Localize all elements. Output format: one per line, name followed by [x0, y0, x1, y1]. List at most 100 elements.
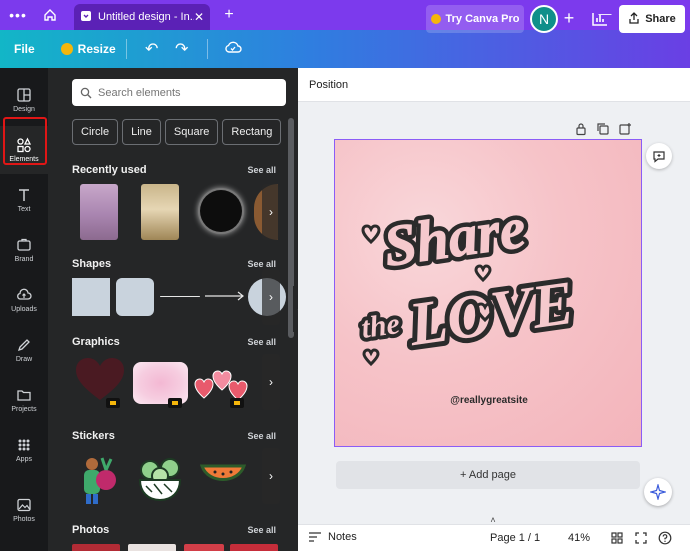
editor-toolbar: File Resize ↶ ↷ — [0, 30, 690, 68]
rail-item-apps[interactable]: Apps — [0, 426, 48, 474]
add-collaborator-button[interactable]: + — [560, 9, 578, 27]
home-icon[interactable] — [36, 8, 64, 22]
add-page-icon[interactable] — [618, 122, 632, 136]
insights-chart-icon[interactable] — [588, 9, 612, 29]
photos-icon — [17, 498, 31, 512]
see-all-link[interactable]: See all — [247, 337, 276, 347]
shape-square[interactable] — [72, 278, 110, 316]
search-box[interactable] — [72, 79, 286, 106]
elements-panel: CircleLineSquareRectang Recently used Se… — [48, 68, 298, 551]
cloud-sync-icon[interactable] — [218, 40, 248, 59]
recent-thumb-portrait[interactable] — [141, 184, 179, 240]
rail-label-draw: Draw — [15, 356, 33, 363]
notes-label: Notes — [328, 531, 357, 543]
help-icon[interactable] — [658, 531, 672, 545]
page-actions — [574, 122, 632, 136]
graphic-dark-heart[interactable] — [74, 356, 126, 402]
undo-icon[interactable]: ↶ — [137, 39, 167, 59]
graphics-next-arrow[interactable]: › — [262, 354, 280, 410]
recent-thumb-balloons[interactable] — [80, 184, 118, 240]
text-icon — [19, 189, 29, 201]
artwork-word-share-fill: Share — [380, 195, 529, 279]
try-canva-pro-button[interactable]: Try Canva Pro — [426, 5, 524, 33]
share-button[interactable]: Share — [619, 5, 685, 33]
shape-rounded-square[interactable] — [116, 278, 154, 316]
rail-label-uploads: Uploads — [11, 306, 37, 313]
user-avatar[interactable]: N — [530, 5, 558, 33]
context-toolbar: Position — [298, 68, 690, 102]
chip-rectangle[interactable]: Rectang — [222, 119, 282, 145]
sparkle-icon — [650, 484, 666, 500]
add-comment-button[interactable] — [646, 143, 672, 169]
duplicate-page-icon[interactable] — [596, 122, 610, 136]
rail-item-photos[interactable]: Photos — [0, 486, 48, 534]
projects-icon — [17, 390, 31, 401]
zoom-level[interactable]: 41% — [568, 532, 590, 544]
chip-circle[interactable]: Circle — [72, 119, 119, 145]
shape-line[interactable] — [160, 296, 200, 297]
see-all-link[interactable]: See all — [247, 525, 276, 535]
sticker-salad-bowl[interactable] — [136, 456, 184, 502]
position-button[interactable]: Position — [309, 79, 348, 91]
show-pages-chevron-icon[interactable]: ˄ — [486, 515, 500, 525]
file-menu[interactable]: File — [14, 42, 35, 56]
crown-icon — [60, 43, 73, 55]
canva-favicon-icon — [80, 10, 92, 25]
chip-square[interactable]: Square — [164, 119, 219, 145]
see-all-link[interactable]: See all — [247, 165, 276, 175]
shapes-next-arrow[interactable]: › — [262, 269, 280, 325]
section-title: Stickers — [72, 430, 115, 442]
section-header-graphics: Graphics See all — [72, 336, 276, 348]
resize-label: Resize — [77, 42, 116, 56]
hearts-graphic — [194, 370, 248, 401]
tab-close-icon[interactable]: ✕ — [194, 10, 204, 24]
search-input[interactable] — [98, 86, 278, 99]
notes-button[interactable]: Notes — [308, 531, 357, 543]
add-page-button[interactable]: + Add page — [336, 461, 640, 489]
resize-button[interactable]: Resize — [60, 42, 116, 56]
browser-tab-active[interactable]: Untitled design - In... ✕ — [74, 4, 210, 30]
rail-label-text: Text — [17, 206, 31, 213]
section-header-shapes: Shapes See all — [72, 258, 276, 270]
rail-item-projects[interactable]: Projects — [0, 376, 48, 424]
chip-line[interactable]: Line — [122, 119, 161, 145]
see-all-link[interactable]: See all — [247, 259, 276, 269]
new-tab-button[interactable]: + — [214, 6, 244, 24]
notes-icon — [309, 532, 321, 542]
rail-item-draw[interactable]: Draw — [0, 326, 48, 374]
recent-thumb-eclipse[interactable] — [200, 190, 242, 232]
browser-menu-icon[interactable]: ••• — [0, 7, 36, 23]
section-title: Recently used — [72, 164, 147, 176]
photo-thumb[interactable] — [184, 544, 224, 551]
recent-next-arrow[interactable]: › — [262, 184, 280, 240]
photo-thumb[interactable] — [72, 544, 120, 551]
stickers-next-arrow[interactable]: › — [262, 448, 280, 504]
arrow-line-icon — [205, 291, 244, 301]
design-icon — [17, 88, 31, 102]
fullscreen-icon[interactable] — [634, 531, 648, 545]
photo-thumb[interactable] — [128, 544, 176, 551]
rail-item-text[interactable]: Text — [0, 176, 48, 224]
shape-arrow-line[interactable] — [205, 288, 245, 304]
magic-assistant-button[interactable] — [644, 478, 672, 506]
rail-item-uploads[interactable]: Uploads — [0, 276, 48, 324]
website-text[interactable]: @reallygreatsite — [335, 395, 643, 406]
section-title: Photos — [72, 524, 110, 536]
photo-thumb[interactable] — [230, 544, 278, 551]
sticker-watermelon[interactable] — [199, 462, 247, 492]
design-page[interactable]: Share Share the the LOVE LOVE @reallygre… — [334, 139, 642, 447]
grid-view-icon[interactable] — [610, 531, 624, 545]
see-all-link[interactable]: See all — [247, 431, 276, 441]
redo-icon[interactable]: ↷ — [167, 39, 197, 59]
section-title: Shapes — [72, 258, 112, 270]
graphic-hearts-balloons[interactable] — [194, 366, 248, 402]
tab-title: Untitled design - In... — [98, 11, 194, 23]
rail-item-brand[interactable]: Brand — [0, 226, 48, 274]
editor-footer: Notes Page 1 / 1 41% — [298, 524, 690, 551]
premium-crown-badge — [168, 398, 182, 408]
page-indicator[interactable]: Page 1 / 1 — [490, 532, 540, 544]
lock-icon[interactable] — [574, 122, 588, 136]
sticker-person-beet[interactable] — [78, 454, 122, 506]
uploads-icon — [17, 288, 32, 300]
section-title: Graphics — [72, 336, 120, 348]
